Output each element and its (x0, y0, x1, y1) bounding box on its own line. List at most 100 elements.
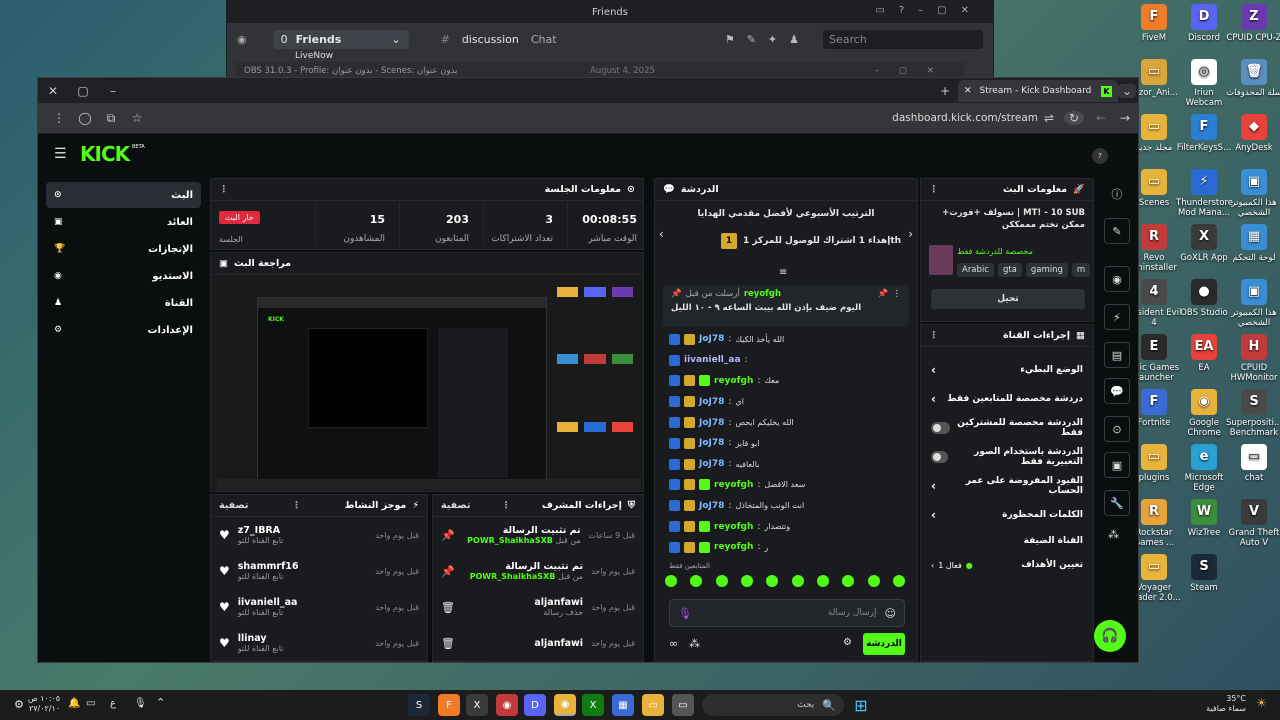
chat-settings-icon[interactable]: ⚙ (843, 637, 852, 648)
layout-icon[interactable]: ▣ (1104, 452, 1130, 478)
chat-username[interactable]: reyofgh (714, 480, 753, 490)
tools-icon[interactable]: 🔧 (1104, 490, 1130, 516)
tab-close-icon[interactable]: ✕ (964, 86, 972, 96)
chat-message[interactable]: JoJ78: اي (655, 391, 915, 412)
chat-username[interactable]: JoJ78 (699, 501, 724, 511)
camera-icon[interactable]: ◉ (1104, 266, 1130, 292)
chat-input[interactable]: 🎙 إرسال رسالة ☺ (669, 599, 905, 627)
infinity-icon[interactable]: ∞ (669, 637, 678, 650)
fivem-taskbar-icon[interactable]: F (438, 694, 460, 716)
desktop-icon[interactable]: S Superpositi... Benchmark (1226, 389, 1280, 438)
tag[interactable]: Arabic (957, 263, 994, 277)
discord-toolbar-icons[interactable]: ⚑✎✦♟ (725, 33, 811, 46)
modaction-item[interactable]: قبل يوم واحد تم تثبيت الرسالة من قبل POWR_… (433, 553, 643, 589)
chat-username[interactable]: JoJ78 (699, 438, 724, 448)
menu-dots-icon[interactable]: ⋮ (46, 111, 72, 125)
tag[interactable]: m (1071, 263, 1091, 277)
pinned-menu-icon[interactable]: ⋮ (893, 289, 902, 299)
taskview-taskbar-icon[interactable]: ▭ (672, 694, 694, 716)
channel-action-row[interactable]: القيود المفروضة على عمر الحساب › (921, 471, 1093, 500)
edit-stream-button[interactable]: تحيل (931, 289, 1085, 309)
sidebar-item-5[interactable]: الإعدادات ⚙ (46, 317, 201, 343)
leaderboard-prev-icon[interactable]: ‹ (659, 227, 664, 241)
hamburger-menu-icon[interactable]: ☰ (54, 146, 67, 162)
chat-username[interactable]: reyofgh (714, 522, 753, 532)
send-chat-button[interactable]: الدردشة (863, 633, 905, 655)
lightning-rail-icon[interactable]: ⚡ (1104, 304, 1130, 330)
goals-row[interactable]: تعيين الأهداف ● فعال 1 › (921, 553, 1093, 577)
modactions-menu-icon[interactable]: ⋮ (501, 500, 511, 511)
leaderboard-next-icon[interactable]: › (908, 227, 913, 241)
activity-item[interactable]: قبل يوم واحد iivaniell_aa تابع القناة للتو… (211, 589, 427, 625)
discord-taskbar-icon[interactable]: D (524, 694, 546, 716)
toggle-switch[interactable] (931, 450, 949, 463)
broadcast-rail-icon[interactable]: ⊙ (1104, 416, 1130, 442)
modaction-item[interactable]: قبل يوم واحد aljanfawi 🗑 (433, 625, 643, 661)
desktop-icon[interactable]: D Discord (1176, 4, 1232, 43)
back-icon[interactable]: ← (1088, 111, 1114, 125)
sidebar-item-3[interactable]: الاستديو ◉ (46, 263, 201, 289)
clock[interactable]: ١٠:٠٥ ص ٢٧/٠٢/١٠ (28, 694, 60, 714)
profile-icon[interactable]: ◯ (72, 111, 98, 125)
chat-username[interactable]: JoJ78 (699, 418, 724, 428)
tag[interactable]: gta (997, 263, 1022, 277)
chat-username[interactable]: reyofgh (714, 542, 753, 552)
desktop-icon[interactable]: S Steam (1176, 554, 1232, 593)
desktop-icon[interactable]: ◆ AnyDesk (1226, 114, 1280, 153)
modaction-item[interactable]: قبل يوم واحد aljanfawi حذف رسالة 🗑 (433, 589, 643, 625)
tab-list-icon[interactable]: ⌄ (1118, 83, 1136, 98)
chat-message[interactable]: JoJ78: انت الونب والمتخاذل (655, 495, 915, 516)
windows-start-icon[interactable]: ⊞ (850, 694, 872, 716)
taskbar-search-input[interactable]: 🔍 بحث (702, 694, 844, 716)
tab-kick-dashboard[interactable]: ✕ Stream - Kick Dashboard K (958, 80, 1118, 102)
streaminfo-menu-icon[interactable]: ⋮ (929, 184, 939, 195)
desktop-icon[interactable]: V Grand Theft Auto V (1226, 499, 1280, 548)
desktop-icon[interactable]: H CPUID HWMonitor (1226, 334, 1280, 383)
extensions-icon[interactable]: ⧉ (98, 111, 124, 126)
steam-taskbar-icon[interactable]: S (408, 694, 430, 716)
new-tab-icon[interactable]: + (932, 84, 958, 98)
chat-message[interactable]: reyofgh: ر (655, 537, 915, 558)
reload-icon[interactable]: ↻ (1064, 111, 1084, 125)
chat-message[interactable]: JoJ78: بالعافيه (655, 454, 915, 475)
desktop-icon[interactable]: e Microsoft Edge (1176, 444, 1232, 493)
integrations-rail-icon[interactable]: ⁂ (1108, 528, 1119, 541)
chat-message[interactable]: reyofgh: معك (655, 371, 915, 392)
desktop-icon[interactable]: ▦ لوحة التحكم (1226, 224, 1280, 263)
desktop-icon[interactable]: ◎ Iriun Webcam (1176, 59, 1232, 108)
forward-icon[interactable]: → (1112, 111, 1138, 125)
channel-action-row[interactable]: الدردشة باستخدام الصور التعبيرية فقط (921, 442, 1093, 471)
bookmark-star-icon[interactable]: ☆ (124, 111, 150, 125)
goxlr-taskbar-icon[interactable]: X (466, 694, 488, 716)
edit-icon[interactable]: ✎ (1104, 218, 1130, 244)
close-window-icon[interactable]: ✕ (40, 84, 66, 98)
desktop-icon[interactable]: W WizTree (1176, 499, 1232, 538)
support-headset-icon[interactable]: 🎧 (1094, 620, 1126, 652)
emote-bar[interactable] (665, 575, 905, 591)
activity-item[interactable]: قبل يوم واحد shammrf16 تابع القناة للتو ♥ (211, 553, 427, 589)
channel-action-row[interactable]: الكلمات المحظورة › (921, 500, 1093, 529)
desktop-icon[interactable]: F FiveM (1126, 4, 1182, 43)
settings-tray-icon[interactable]: ⚙ (14, 698, 24, 711)
xbox-taskbar-icon[interactable]: X (582, 694, 604, 716)
media-taskbar-icon[interactable]: ◉ (496, 694, 518, 716)
activity-item[interactable]: قبل يوم واحد z7_IBRA تابع القناة للتو ♥ (211, 517, 427, 553)
kick-logo[interactable]: KICK (80, 142, 130, 166)
chat-username[interactable]: JoJ78 (699, 334, 724, 344)
chat-username[interactable]: JoJ78 (699, 459, 724, 469)
desktop-icon[interactable]: F FilterKeysS... (1176, 114, 1232, 153)
session-menu-icon[interactable]: ⋮ (219, 184, 229, 195)
sidebar-item-1[interactable]: العائد ▣ (46, 209, 201, 235)
chat-message[interactable]: JoJ78: الله يخليكم ابحص (655, 412, 915, 433)
chat-message[interactable]: JoJ78: الله يأخذ الكيك (655, 329, 915, 350)
desktop-icon[interactable]: EA EA (1176, 334, 1232, 373)
pin-toggle-icon[interactable]: 📌 (878, 289, 889, 299)
guest-channel-row[interactable]: القناة الضيفة (921, 529, 1093, 553)
desktop-icon[interactable]: ◉ Google Chrome (1176, 389, 1232, 438)
minimize-icon[interactable]: – (100, 84, 126, 98)
discord-search-input[interactable]: Search (823, 29, 983, 49)
chrome-taskbar-icon[interactable]: ◉ (554, 694, 576, 716)
channel-action-row[interactable]: الدردشة مخصصة للمشتركين فقط (921, 413, 1093, 442)
integrations-icon[interactable]: ⁂ (689, 637, 700, 650)
mic-icon[interactable]: 🎙 (678, 607, 692, 620)
